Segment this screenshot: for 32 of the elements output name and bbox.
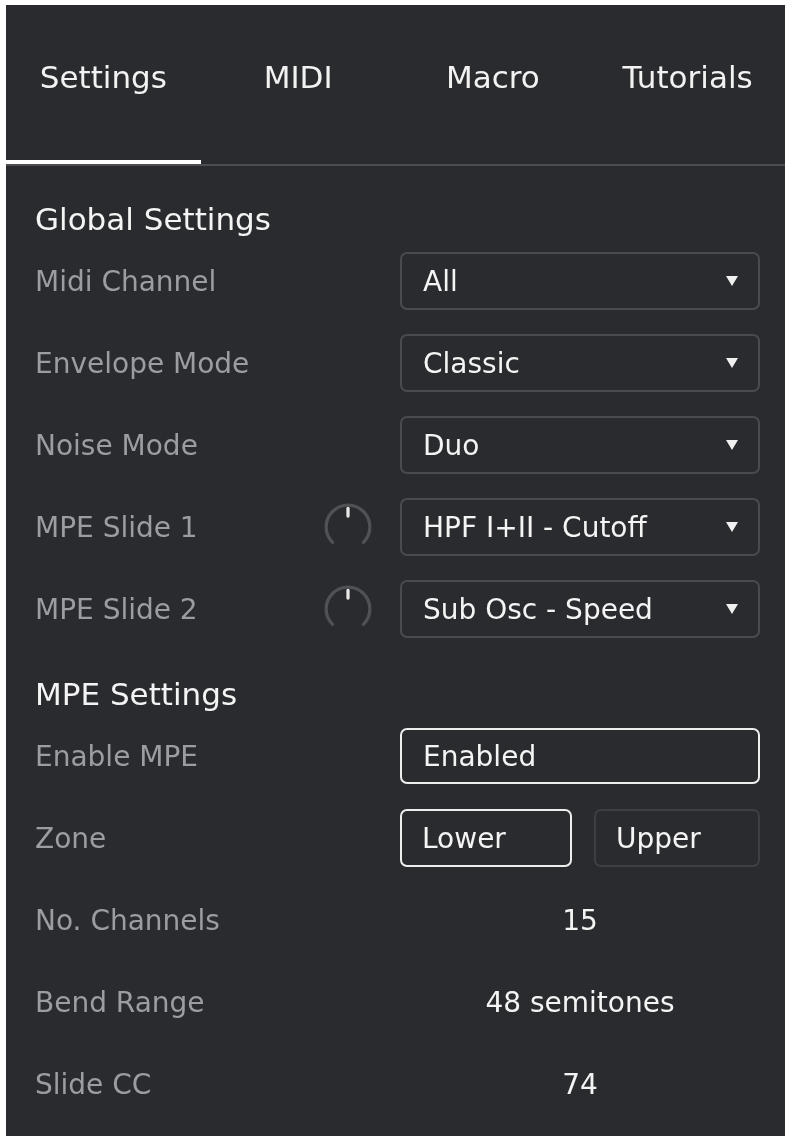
caret-icon: [726, 522, 738, 532]
section-heading: MPE Settings: [35, 676, 239, 712]
caret-icon: [726, 276, 738, 286]
setting-value: 15: [562, 903, 598, 937]
tab[interactable]: MIDI: [200, 5, 396, 164]
tab[interactable]: Settings: [6, 5, 201, 164]
tab[interactable]: Tutorials: [590, 5, 785, 164]
section-heading: Global Settings: [35, 201, 272, 237]
setting-label: MPE Slide 1: [35, 510, 199, 544]
setting-value: 48 semitones: [485, 985, 675, 1019]
setting-value: 74: [562, 1067, 598, 1101]
zone-option[interactable]: Lower: [400, 809, 572, 867]
caret-icon: [726, 604, 738, 614]
dropdown[interactable]: All: [400, 252, 760, 310]
caret-icon: [726, 358, 738, 368]
setting-label: MPE Slide 2: [35, 592, 199, 626]
setting-label: No. Channels: [35, 903, 221, 937]
setting-label: Envelope Mode: [35, 346, 251, 380]
setting-label: Bend Range: [35, 985, 206, 1019]
caret-icon: [726, 440, 738, 450]
setting-label: Enable MPE: [35, 739, 199, 773]
dropdown[interactable]: Duo: [400, 416, 760, 474]
enable-toggle[interactable]: Enabled: [400, 728, 760, 784]
dropdown[interactable]: HPF I+II - Cutoff: [400, 498, 760, 556]
setting-label: Slide CC: [35, 1067, 153, 1101]
setting-label: Zone: [35, 821, 108, 855]
dropdown[interactable]: Sub Osc - Speed: [400, 580, 760, 638]
setting-label: Noise Mode: [35, 428, 199, 462]
zone-option[interactable]: Upper: [594, 809, 760, 867]
dropdown[interactable]: Classic: [400, 334, 760, 392]
setting-label: Midi Channel: [35, 264, 218, 298]
tab[interactable]: Macro: [395, 5, 591, 164]
